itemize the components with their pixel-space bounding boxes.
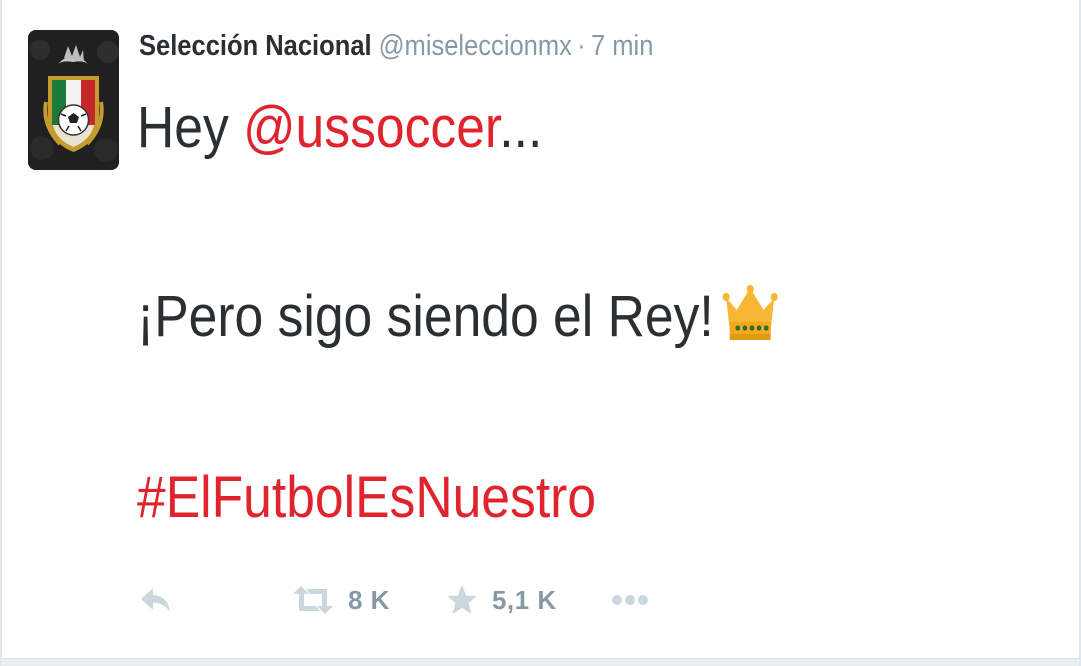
tweet-text-prefix: Hey (137, 95, 244, 160)
header-separator: · (577, 30, 586, 62)
star-icon (446, 585, 477, 614)
tweet-text-line-2: ¡Pero sigo siendo el Rey! (137, 284, 778, 346)
hashtag-link[interactable]: #ElFutbolEsNuestro (137, 465, 596, 530)
tweet-actions: 8 K 5,1 K (139, 578, 649, 622)
tweet-text-line-3: #ElFutbolEsNuestro (137, 469, 596, 527)
favorite-button[interactable]: 5,1 K (446, 584, 557, 616)
avatar[interactable] (28, 30, 119, 170)
crown-emoji-icon (722, 285, 778, 340)
tweet-card: Selección Nacional @miseleccionmx · 7 mi… (0, 0, 1081, 666)
reply-icon (141, 588, 170, 612)
tweet-text-suffix: ... (499, 95, 543, 160)
tweet-divider (2, 658, 1079, 666)
display-name[interactable]: Selección Nacional (139, 30, 372, 63)
reply-button[interactable] (139, 585, 179, 615)
mexico-crest-icon (28, 30, 119, 170)
retweet-count: 8 K (348, 584, 390, 615)
favorite-count: 5,1 K (491, 584, 557, 615)
retweet-button[interactable]: 8 K (292, 584, 390, 616)
tweet-header: Selección Nacional @miseleccionmx · 7 mi… (139, 30, 653, 70)
mention-link[interactable]: @ussoccer (243, 95, 499, 160)
more-dots-icon (611, 595, 648, 605)
user-handle[interactable]: @miseleccionmx (379, 30, 572, 63)
retweet-icon (293, 586, 333, 614)
tweet-text-line-1: Hey @ussoccer... (137, 99, 542, 157)
timestamp-link[interactable]: 7 min (591, 30, 653, 63)
tweet-text-body: ¡Pero sigo siendo el Rey! (137, 284, 714, 349)
more-options-button[interactable] (611, 593, 649, 607)
